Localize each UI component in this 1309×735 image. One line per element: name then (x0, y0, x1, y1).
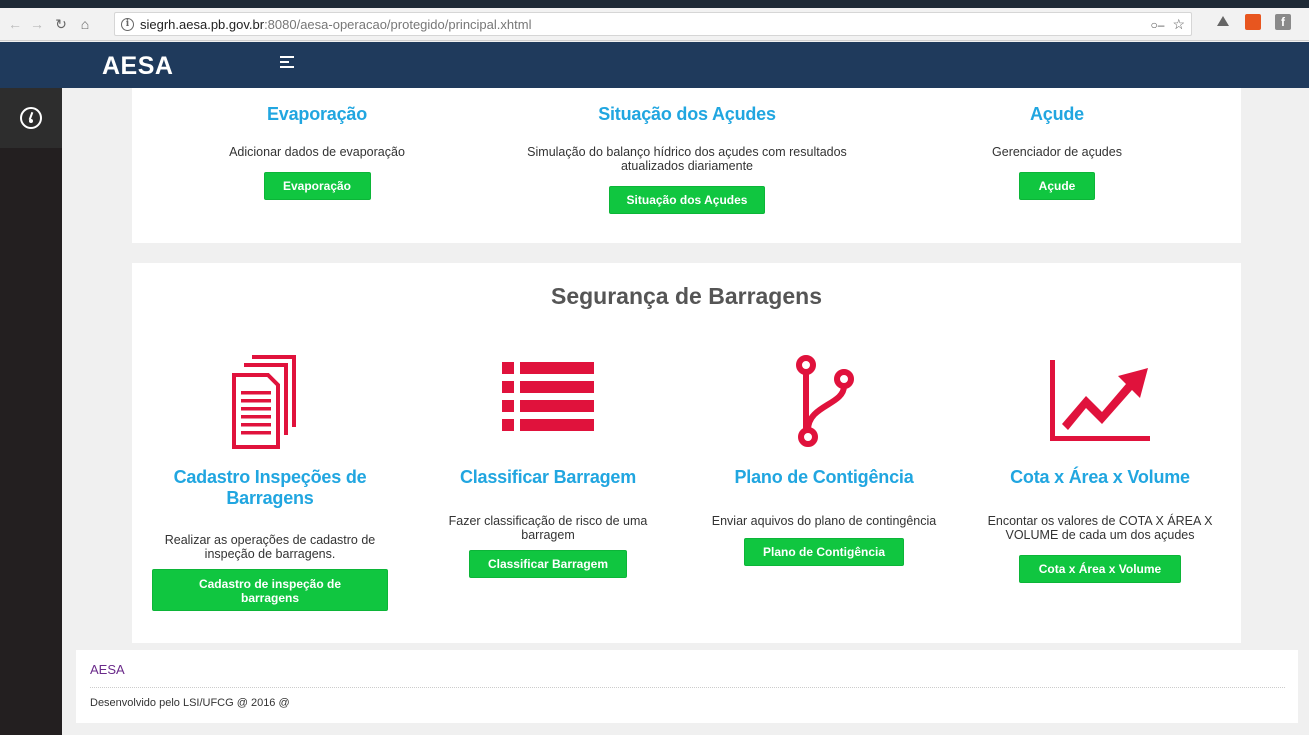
evaporacao-desc: Adicionar dados de evaporação (229, 145, 405, 159)
cota-desc-line1: Encontar os valores de COTA X ÁREA X (987, 514, 1213, 528)
operations-card: Evaporação Adicionar dados de evaporação… (132, 88, 1241, 243)
line-chart-icon (1048, 358, 1152, 449)
footer-brand-link[interactable]: AESA (90, 662, 125, 677)
situacao-acudes-desc-line2: atualizados diariamente (620, 159, 754, 173)
key-icon[interactable]: ○– (1151, 18, 1165, 32)
footer: AESA Desenvolvido pelo LSI/UFCG @ 2016 @ (76, 650, 1298, 723)
reload-icon[interactable]: ↻ (50, 13, 72, 35)
forward-arrow-icon[interactable]: → (26, 13, 48, 35)
brand-logo[interactable]: AESA (102, 52, 173, 81)
home-icon[interactable]: ⌂ (74, 13, 96, 35)
evaporacao-column: Evaporação Adicionar dados de evaporação… (192, 104, 442, 200)
cota-column: Cota x Área x Volume Encontar os valores… (980, 467, 1220, 583)
acude-column: Açude Gerenciador de açudes Açude (932, 104, 1182, 200)
situacao-acudes-button[interactable]: Situação dos Açudes (609, 186, 765, 214)
acude-title: Açude (1029, 104, 1084, 124)
situacao-acudes-title: Situação dos Açudes (598, 104, 776, 124)
list-icon (500, 360, 596, 441)
plano-desc: Enviar aquivos do plano de contingência (711, 514, 937, 528)
plano-column: Plano de Contigência Enviar aquivos do p… (704, 467, 944, 566)
sidebar-item-dashboard[interactable] (0, 88, 62, 148)
section-title: Segurança de Barragens (550, 283, 822, 309)
app-header: AESA (0, 42, 1309, 88)
cadastro-title-line1: Cadastro Inspeções de (173, 467, 367, 487)
facebook-extension-icon[interactable]: f (1275, 14, 1291, 30)
dashboard-gauge-icon (20, 107, 42, 129)
cadastro-desc-line2: inspeção de barragens. (204, 547, 336, 561)
plano-button[interactable]: Plano de Contigência (744, 538, 904, 566)
cadastro-title-line2: Barragens (226, 488, 314, 508)
cota-title: Cota x Área x Volume (1010, 467, 1190, 487)
sidebar (0, 88, 62, 735)
classificar-title: Classificar Barragem (459, 467, 637, 487)
browser-toolbar: ← → ↻ ⌂ i siegrh.aesa.pb.gov.br:8080/aes… (0, 8, 1309, 41)
drive-extension-icon[interactable] (1215, 14, 1231, 30)
documents-icon (230, 353, 310, 454)
url-host: siegrh.aesa.pb.gov.br (140, 16, 265, 32)
footer-credit: Desenvolvido pelo LSI/UFCG @ 2016 @ (90, 697, 290, 709)
situacao-acudes-column: Situação dos Açudes Simulação do balanço… (512, 104, 862, 214)
evaporacao-title: Evaporação (266, 104, 368, 124)
dam-safety-card: Segurança de Barragens Cadastro Inspeçõe… (132, 263, 1241, 643)
bookmark-star-icon[interactable]: ☆ (1172, 16, 1185, 33)
cadastro-button-line1: Cadastro de inspeção de (198, 577, 342, 591)
cadastro-desc-line1: Realizar as operações de cadastro de (164, 533, 376, 547)
cota-desc-line2: VOLUME de cada um dos açudes (1005, 528, 1195, 542)
address-bar[interactable]: i siegrh.aesa.pb.gov.br:8080/aesa-operac… (114, 12, 1192, 36)
info-icon[interactable]: i (121, 17, 134, 31)
menu-toggle-icon[interactable] (280, 56, 294, 72)
acude-desc: Gerenciador de açudes (992, 145, 1122, 159)
cadastro-button-line2: barragens (240, 591, 300, 605)
url-path: :8080/aesa-operacao/protegido/principal.… (264, 16, 532, 32)
classificar-column: Classificar Barragem Fazer classificação… (428, 467, 668, 578)
branch-icon (794, 353, 856, 454)
footer-divider (90, 687, 1285, 688)
office-extension-icon[interactable] (1245, 14, 1261, 30)
window-top-edge (0, 0, 1309, 8)
classificar-desc-line2: barragem (521, 528, 575, 542)
situacao-acudes-desc-line1: Simulação do balanço hídrico dos açudes … (527, 145, 847, 159)
cadastro-button[interactable]: Cadastro de inspeção de barragens (152, 569, 388, 611)
back-arrow-icon[interactable]: ← (4, 13, 26, 35)
classificar-button[interactable]: Classificar Barragem (469, 550, 627, 578)
cadastro-column: Cadastro Inspeções de Barragens Realizar… (150, 467, 390, 611)
acude-button[interactable]: Açude (1019, 172, 1095, 200)
plano-title: Plano de Contigência (734, 467, 914, 487)
evaporacao-button[interactable]: Evaporação (263, 172, 371, 200)
classificar-desc-line1: Fazer classificação de risco de uma (448, 514, 648, 528)
cota-button[interactable]: Cota x Área x Volume (1019, 555, 1181, 583)
